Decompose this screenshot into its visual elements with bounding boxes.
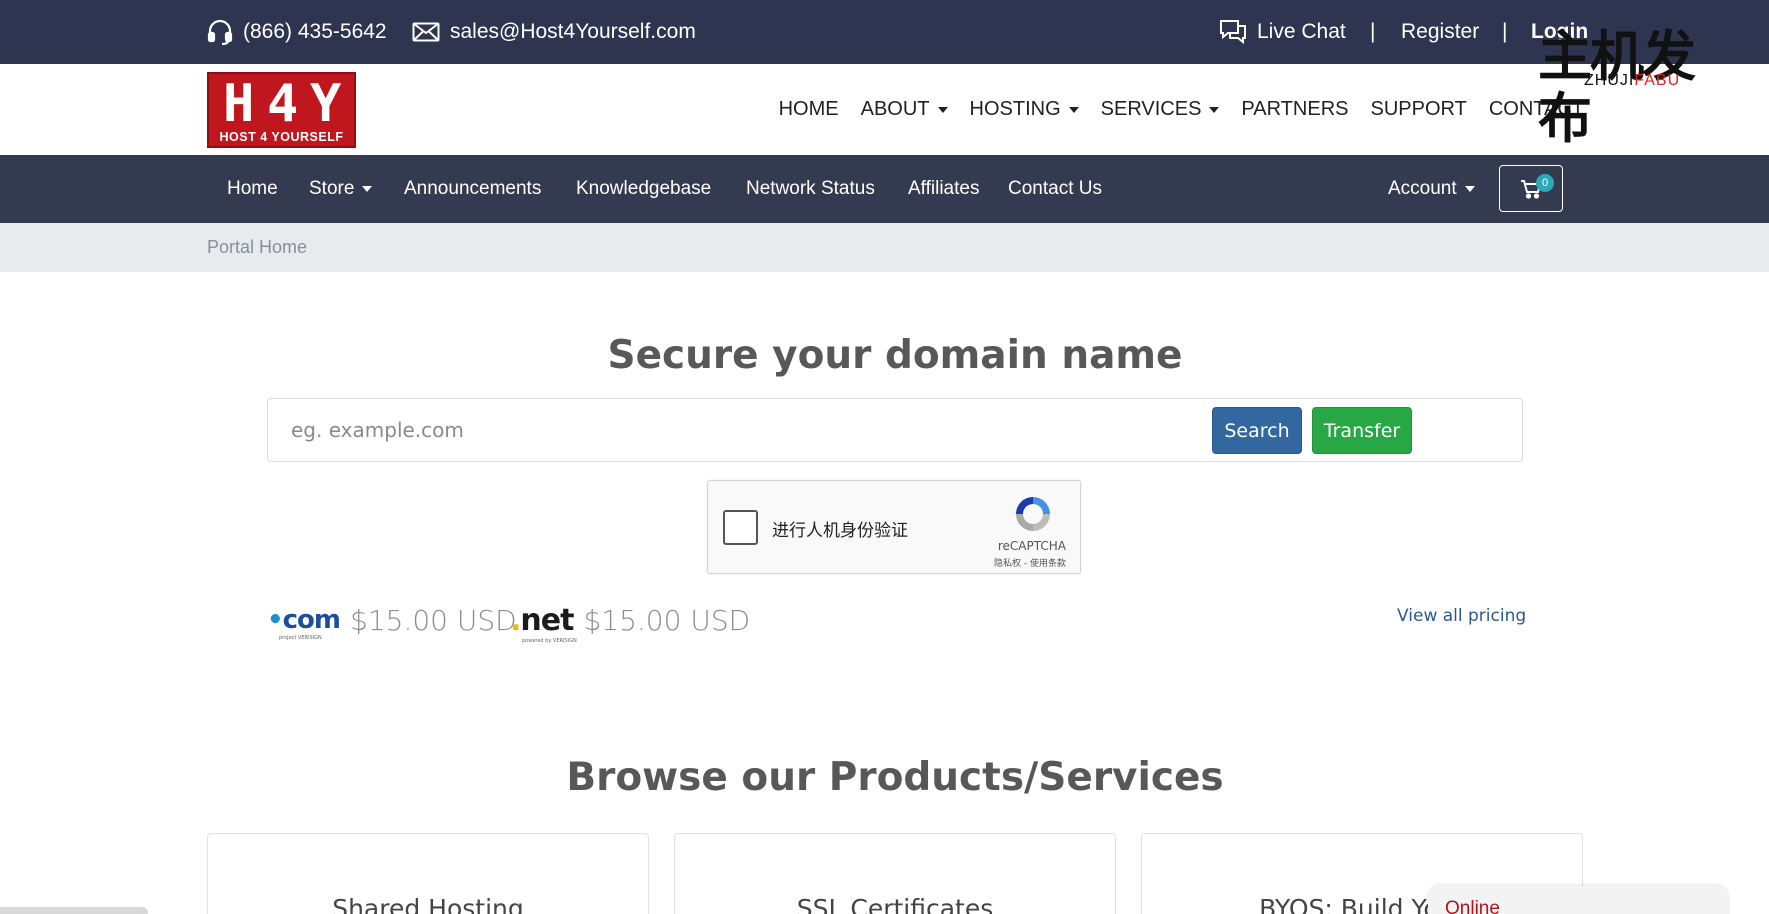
chat-status: Online [1445, 898, 1500, 914]
subnav-label: Knowledgebase [576, 178, 712, 199]
subnav-affiliates[interactable]: Affiliates [908, 155, 979, 223]
recaptcha-checkbox[interactable] [723, 510, 758, 545]
caret-down-icon [362, 186, 373, 192]
net-logo: .net powered by VERISIGN [510, 602, 577, 644]
envelope-icon [412, 22, 440, 42]
subnav-home[interactable]: Home [227, 155, 278, 223]
nav-about[interactable]: ABOUT [861, 98, 948, 121]
live-chat-label: Live Chat [1257, 20, 1346, 43]
search-button[interactable]: Search [1212, 407, 1302, 454]
watermark-subtext: ZHUJIFABU [1584, 72, 1680, 90]
subnav-announcements[interactable]: Announcements [404, 155, 541, 223]
watermark-logo: 主机发布 ZHUJIFABU [1538, 26, 1738, 150]
caret-down-icon [937, 106, 948, 113]
logo-letter: Y [310, 74, 342, 134]
live-chat-link[interactable]: Live Chat [1219, 0, 1346, 64]
subnav-label: Affiliates [908, 178, 980, 199]
subnav-store[interactable]: Store [309, 155, 373, 223]
phone-link[interactable]: (866) 435-5642 [207, 0, 387, 64]
nav-label: SERVICES [1100, 98, 1202, 120]
com-logo: •com project VERISIGN [267, 605, 341, 641]
subnav-knowledgebase[interactable]: Knowledgebase [576, 155, 711, 223]
nav-label: HOME [778, 98, 839, 120]
subnav-label: Announcements [404, 178, 542, 199]
breadcrumb: Portal Home [0, 223, 1769, 272]
nav-home[interactable]: HOME [779, 98, 839, 121]
cart-count-badge: 0 [1536, 174, 1554, 192]
transfer-button[interactable]: Transfer [1312, 407, 1412, 454]
email-link[interactable]: sales@Host4Yourself.com [412, 0, 696, 64]
page: (866) 435-5642 sales@Host4Yourself.com L… [0, 0, 1769, 914]
top-bar: (866) 435-5642 sales@Host4Yourself.com L… [0, 0, 1769, 64]
cart-button[interactable]: 0 [1499, 165, 1563, 212]
subnav-label: Store [309, 178, 355, 199]
logo-letter: 4 [267, 74, 299, 134]
client-nav: Home Store Announcements Knowledgebase N… [0, 155, 1769, 223]
breadcrumb-portal-home[interactable]: Portal Home [207, 223, 307, 272]
tld-net: .net powered by VERISIGN $15.00 USD [510, 600, 751, 644]
logo-tagline: HOST 4 YOURSELF [219, 130, 344, 144]
tld-price: $15.00 USD [350, 603, 517, 637]
account-label: Account [1388, 178, 1457, 199]
product-card-title: Shared Hosting [332, 894, 524, 914]
recaptcha-widget: 进行人机身份验证 reCAPTCHA 隐私权 - 使用条款 [707, 480, 1081, 574]
bottom-left-tab[interactable] [0, 907, 148, 914]
nav-label: HOSTING [969, 98, 1061, 120]
tld-name: net [520, 602, 574, 638]
recaptcha-brand: reCAPTCHA [997, 539, 1066, 553]
subnav-label: Network Status [746, 178, 875, 199]
recaptcha-terms[interactable]: 隐私权 - 使用条款 [994, 556, 1066, 569]
watermark-sub-left: ZHUJI [1584, 72, 1635, 89]
recaptcha-logo-icon [1016, 497, 1050, 531]
chat-bubbles-icon [1220, 20, 1246, 45]
caret-down-icon [1464, 186, 1475, 192]
phone-number: (866) 435-5642 [243, 20, 387, 43]
nav-hosting[interactable]: HOSTING [970, 98, 1079, 121]
nav-services[interactable]: SERVICES [1101, 98, 1220, 121]
chat-widget-tab[interactable]: Online [1428, 886, 1728, 914]
account-menu[interactable]: Account [1388, 155, 1475, 223]
domain-search-input[interactable] [269, 400, 1309, 460]
nav-label: SUPPORT [1370, 98, 1467, 120]
domain-search-title: Secure your domain name [607, 333, 1183, 378]
nav-label: ABOUT [860, 98, 930, 120]
caret-down-icon [1209, 106, 1220, 113]
watermark-sub-right: FABU [1634, 72, 1681, 89]
email-address: sales@Host4Yourself.com [450, 20, 696, 43]
product-card-ssl[interactable]: SSL Certificates [674, 833, 1116, 914]
logo-letter: H [223, 74, 255, 134]
subnav-label: Home [227, 178, 278, 199]
register-link[interactable]: Register [1401, 0, 1479, 64]
site-header: H 4 Y HOST 4 YOURSELF HOME ABOUT HOSTING… [0, 64, 1769, 155]
nav-label: PARTNERS [1241, 98, 1349, 120]
divider: | [1370, 20, 1376, 43]
subnav-label: Contact Us [1008, 178, 1102, 199]
tld-name: com [282, 605, 341, 635]
domain-search-box: Search Transfer [267, 398, 1523, 462]
site-logo[interactable]: H 4 Y HOST 4 YOURSELF [207, 72, 356, 148]
caret-down-icon [1068, 106, 1079, 113]
subnav-contact-us[interactable]: Contact Us [1008, 155, 1102, 223]
product-card-title: SSL Certificates [796, 894, 994, 914]
tld-com: •com project VERISIGN $15.00 USD [267, 600, 517, 642]
tld-price: $15.00 USD [583, 603, 751, 637]
subnav-network-status[interactable]: Network Status [746, 155, 875, 223]
nav-partners[interactable]: PARTNERS [1241, 98, 1348, 121]
register-label: Register [1401, 20, 1480, 43]
recaptcha-label: 进行人机身份验证 [772, 520, 908, 541]
view-all-pricing-link[interactable]: View all pricing [1397, 606, 1526, 626]
nav-support[interactable]: SUPPORT [1370, 98, 1466, 121]
headset-icon [207, 19, 233, 45]
products-title: Browse our Products/Services [566, 755, 1224, 800]
divider: | [1502, 20, 1508, 43]
product-card-shared-hosting[interactable]: Shared Hosting [207, 833, 649, 914]
main-nav: HOME ABOUT HOSTING SERVICES PARTNERS SUP… [779, 64, 1584, 155]
